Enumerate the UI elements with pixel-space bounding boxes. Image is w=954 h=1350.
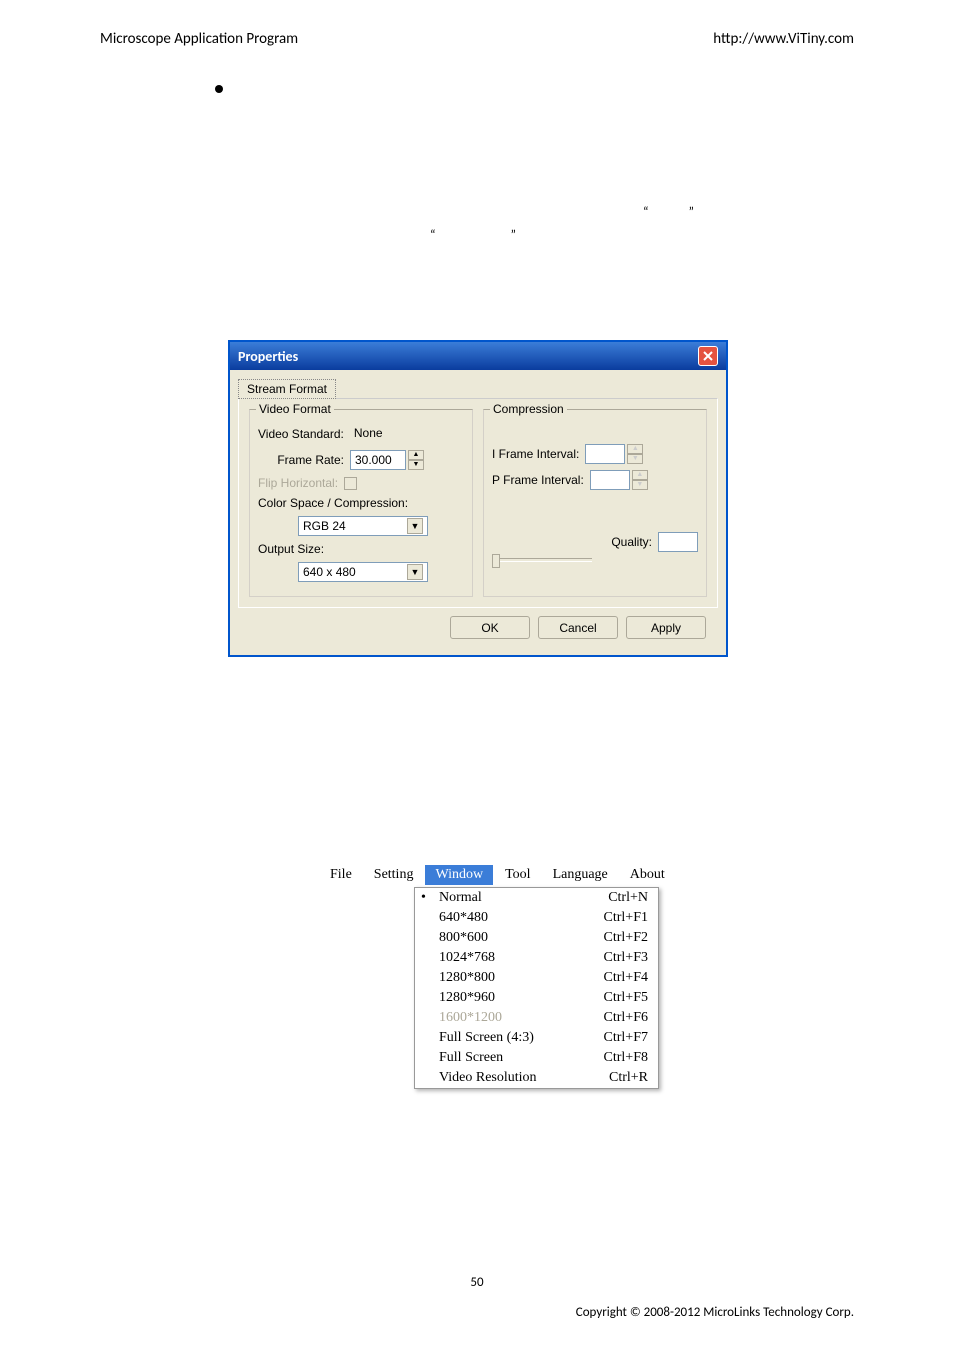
flip-horizontal-label: Flip Horizontal: [258,476,338,490]
menu-item-shortcut: Ctrl+N [608,890,648,906]
menu-item[interactable]: 640*480Ctrl+F1 [415,908,658,928]
color-space-dropdown[interactable]: RGB 24 ▼ [298,516,428,536]
dialog-title-text: Properties [238,348,298,365]
tab-stream-format[interactable]: Stream Format [238,379,336,399]
quote-marks: “” [430,228,591,243]
menu-item-label: Video Resolution [439,1070,609,1086]
footer-copyright: Copyright © 2008-2012 MicroLinks Technol… [576,1305,854,1320]
menu-item-shortcut: Ctrl+F4 [604,970,648,986]
menu-item-label: 1280*960 [439,990,604,1006]
menu-item-label: Full Screen (4:3) [439,1030,604,1046]
menu-item-shortcut: Ctrl+F5 [604,990,648,1006]
p-frame-label: P Frame Interval: [492,473,584,487]
dialog-titlebar: Properties [230,342,726,370]
check-mark-icon [421,910,439,926]
check-mark-icon [421,930,439,946]
frame-rate-spinner[interactable]: ▲▼ [408,450,424,470]
check-mark-icon [421,990,439,1006]
menu-item[interactable]: 1280*960Ctrl+F5 [415,988,658,1008]
check-mark-icon [421,970,439,986]
header-left: Microscope Application Program [100,30,298,48]
menu-item-label: Full Screen [439,1050,604,1066]
i-frame-spinner: ▲▼ [627,444,643,464]
quality-input[interactable] [658,532,698,552]
p-frame-input[interactable] [590,470,630,490]
menu-bar: File Setting Window Tool Language About [320,865,675,885]
ok-button[interactable]: OK [450,616,530,639]
frame-rate-label: Frame Rate: [258,453,344,467]
bullet-icon [215,85,223,93]
video-standard-value: None [350,424,410,444]
quality-label: Quality: [611,535,652,549]
properties-dialog: Properties Stream Format Video Format Vi… [228,340,728,657]
menu-language[interactable]: Language [543,865,618,885]
header-right: http://www.ViTiny.com [713,30,854,48]
menu-item-label: 1600*1200 [439,1010,604,1026]
menu-item-shortcut: Ctrl+F7 [604,1030,648,1046]
check-mark-icon [421,950,439,966]
chevron-down-icon: ▼ [407,518,423,534]
check-mark-icon [421,1030,439,1046]
menu-item[interactable]: Full Screen (4:3)Ctrl+F7 [415,1028,658,1048]
p-frame-spinner: ▲▼ [632,470,648,490]
slider-thumb[interactable] [492,554,500,568]
apply-button[interactable]: Apply [626,616,706,639]
check-mark-icon [421,1010,439,1026]
menu-item[interactable]: •NormalCtrl+N [415,888,658,908]
page-number: 50 [470,1275,483,1290]
close-icon[interactable] [698,346,718,366]
menu-item[interactable]: Full ScreenCtrl+F8 [415,1048,658,1068]
menu-file[interactable]: File [320,865,362,885]
chevron-down-icon: ▼ [407,564,423,580]
check-mark-icon [421,1070,439,1086]
menu-item[interactable]: 1024*768Ctrl+F3 [415,948,658,968]
compression-group: Compression I Frame Interval: ▲▼ P Frame… [483,409,707,597]
quote-marks: “” [643,205,734,220]
menu-item-shortcut: Ctrl+F2 [604,930,648,946]
video-standard-label: Video Standard: [258,427,344,441]
frame-rate-input[interactable]: 30.000 [350,450,406,470]
menu-tool[interactable]: Tool [495,865,540,885]
color-space-label: Color Space / Compression: [258,496,408,510]
menu-item-label: 800*600 [439,930,604,946]
check-mark-icon [421,1050,439,1066]
menu-item-shortcut: Ctrl+F8 [604,1050,648,1066]
menu-window[interactable]: Window [425,865,493,885]
menu-item-shortcut: Ctrl+F3 [604,950,648,966]
menu-about[interactable]: About [620,865,675,885]
i-frame-label: I Frame Interval: [492,447,579,461]
quality-slider[interactable] [492,558,592,562]
menu-item-shortcut: Ctrl+R [609,1070,648,1086]
menu-item-shortcut: Ctrl+F1 [604,910,648,926]
menu-item[interactable]: 800*600Ctrl+F2 [415,928,658,948]
menu-item-label: 1024*768 [439,950,604,966]
group-title: Compression [490,402,567,416]
menu-item-label: 640*480 [439,910,604,926]
menu-setting[interactable]: Setting [364,865,424,885]
i-frame-input[interactable] [585,444,625,464]
group-title: Video Format [256,402,334,416]
output-size-dropdown[interactable]: 640 x 480 ▼ [298,562,428,582]
video-format-group: Video Format Video Standard: None Frame … [249,409,473,597]
cancel-button[interactable]: Cancel [538,616,618,639]
menu-item: 1600*1200Ctrl+F6 [415,1008,658,1028]
check-mark-icon: • [421,890,439,906]
menu-item[interactable]: 1280*800Ctrl+F4 [415,968,658,988]
menu-item-shortcut: Ctrl+F6 [604,1010,648,1026]
window-dropdown: •NormalCtrl+N640*480Ctrl+F1800*600Ctrl+F… [414,887,659,1089]
menu-item[interactable]: Video ResolutionCtrl+R [415,1068,658,1088]
flip-horizontal-checkbox [344,477,357,490]
output-size-label: Output Size: [258,542,324,556]
menu-item-label: Normal [439,890,608,906]
menu-item-label: 1280*800 [439,970,604,986]
